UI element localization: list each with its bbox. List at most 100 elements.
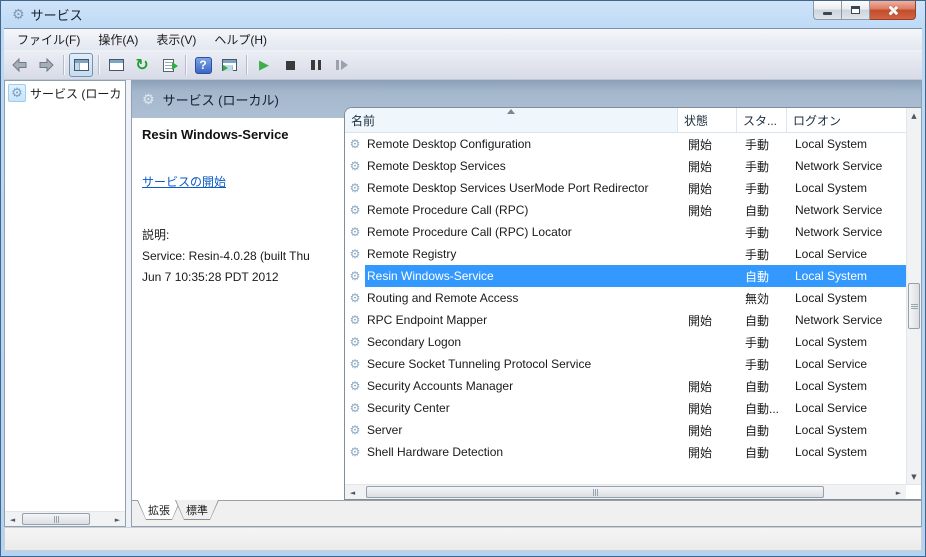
minimize-icon: [823, 11, 832, 15]
scrollbar-thumb[interactable]: [22, 513, 90, 525]
cell-name: Remote Desktop Configuration: [367, 137, 532, 151]
cell-logon: Network Service: [795, 225, 883, 239]
tab-extended[interactable]: 拡張: [137, 500, 181, 520]
scroll-right-icon[interactable]: ►: [891, 485, 906, 499]
table-row[interactable]: ⚙ Shell Hardware Detection 開始 自動 Local Syste…: [345, 441, 906, 463]
cell-logon: Local System: [795, 335, 868, 349]
scroll-left-icon[interactable]: ◄: [345, 485, 360, 499]
table-row[interactable]: ⚙ Remote Registry 手動 Local Service: [345, 243, 906, 265]
list-vertical-scrollbar[interactable]: ▲ ▼: [906, 108, 921, 484]
table-row[interactable]: ⚙ RPC Endpoint Mapper 開始 自動 Network Service: [345, 309, 906, 331]
start-service-icon[interactable]: ▶: [252, 53, 276, 77]
column-header-name[interactable]: 名前: [345, 108, 678, 132]
table-row[interactable]: ⚙ Remote Procedure Call (RPC) 開始 自動 Network …: [345, 199, 906, 221]
cell-logon: Local Service: [795, 401, 868, 415]
back-icon[interactable]: [8, 53, 32, 77]
cell-name: Secondary Logon: [367, 335, 462, 349]
cell-name: Routing and Remote Access: [367, 291, 519, 305]
column-header-logon[interactable]: ログオン: [787, 108, 906, 132]
tab-standard[interactable]: 標準: [175, 500, 219, 520]
close-button[interactable]: [870, 1, 916, 20]
scroll-down-icon[interactable]: ▼: [907, 469, 922, 484]
cell-startup: 自動: [745, 203, 770, 218]
export-list-icon[interactable]: [156, 53, 180, 77]
restore-button[interactable]: [842, 1, 870, 20]
close-icon: [887, 5, 898, 16]
restart-service-icon[interactable]: [330, 53, 354, 77]
window-title: サービス: [30, 8, 83, 23]
scrollbar-corner: [906, 485, 921, 499]
description-label: 説明:: [142, 228, 170, 242]
cell-logon: Local System: [795, 379, 868, 393]
table-row[interactable]: ⚙ Server 開始 自動 Local System: [345, 419, 906, 441]
table-row[interactable]: ⚙ Routing and Remote Access 無効 Local System: [345, 287, 906, 309]
scroll-left-icon[interactable]: ◄: [5, 512, 20, 527]
table-row[interactable]: ⚙ Remote Procedure Call (RPC) Locator 手動 Ne…: [345, 221, 906, 243]
cell-name: Resin Windows-Service: [367, 269, 494, 283]
extended-description-panel: Resin Windows-Service サービスの開始 説明: Servic…: [142, 127, 340, 285]
services-main-pane: ⚙ サービス (ローカル) Resin Windows-Service サービス…: [131, 80, 922, 527]
view-tab-bar: 拡張 標準: [132, 500, 921, 526]
show-action-pane-icon[interactable]: [217, 53, 241, 77]
help-icon[interactable]: ?: [191, 53, 215, 77]
menu-item-0[interactable]: ファイル(F): [8, 28, 89, 51]
selected-service-name: Resin Windows-Service: [142, 127, 289, 142]
column-header-status[interactable]: 状態: [678, 108, 737, 132]
table-row[interactable]: ⚙ Remote Desktop Services UserMode Port R…: [345, 177, 906, 199]
table-row[interactable]: ⚙ Security Center 開始 自動... Local Service: [345, 397, 906, 419]
table-row[interactable]: ⚙ Resin Windows-Service 自動 Local System: [345, 265, 906, 287]
table-row[interactable]: ⚙ Secondary Logon 手動 Local System: [345, 331, 906, 353]
cell-status: 開始: [688, 445, 713, 460]
scroll-up-icon[interactable]: ▲: [907, 108, 922, 123]
scroll-right-icon[interactable]: ►: [110, 512, 125, 527]
console-tree-pane: ⚙ サービス (ローカ ◄ ►: [4, 80, 126, 527]
description-text-line1: Service: Resin-4.0.28 (built Thu: [142, 249, 310, 263]
cell-startup: 手動: [745, 137, 770, 152]
service-gear-icon: ⚙: [345, 226, 365, 238]
cell-status: 開始: [688, 159, 713, 174]
toolbar-separator: [246, 55, 247, 75]
cell-name: Security Center: [367, 401, 450, 415]
stop-service-icon[interactable]: [278, 53, 302, 77]
table-row[interactable]: ⚙ Secure Socket Tunneling Protocol Servic…: [345, 353, 906, 375]
services-window: ⚙ サービス ファイル(F)操作(A)表示(V)ヘルプ(H) ↻ ? ▶: [0, 0, 926, 557]
cell-logon: Local Service: [795, 247, 868, 261]
cell-startup: 手動: [745, 159, 770, 174]
minimize-button[interactable]: [813, 1, 842, 20]
scrollbar-thumb[interactable]: [908, 283, 920, 329]
cell-name: Remote Desktop Services UserMode Port Re…: [367, 181, 649, 195]
pause-service-icon[interactable]: [304, 53, 328, 77]
list-horizontal-scrollbar[interactable]: ◄ ►: [345, 485, 906, 499]
menu-item-3[interactable]: ヘルプ(H): [205, 28, 276, 51]
scrollbar-thumb[interactable]: [366, 486, 824, 498]
service-gear-icon: ⚙: [345, 358, 365, 370]
cell-name: Remote Registry: [367, 247, 457, 261]
toolbar: ↻ ? ▶: [4, 51, 922, 80]
title-bar[interactable]: ⚙ サービス: [4, 1, 922, 29]
tree-item-services-local[interactable]: ⚙ サービス (ローカ: [8, 84, 122, 102]
cell-logon: Network Service: [795, 159, 883, 173]
toolbar-separator: [185, 55, 186, 75]
menu-item-1[interactable]: 操作(A): [89, 28, 147, 51]
show-console-tree-icon[interactable]: [69, 53, 93, 77]
tree-item-label: サービス (ローカ: [30, 86, 122, 101]
tab-label: 標準: [176, 500, 218, 519]
table-row[interactable]: ⚙ Remote Desktop Services 開始 手動 Network Serv…: [345, 155, 906, 177]
table-row[interactable]: ⚙ Remote Desktop Configuration 開始 手動 Local S…: [345, 133, 906, 155]
refresh-icon[interactable]: ↻: [130, 53, 154, 77]
tree-horizontal-scrollbar[interactable]: ◄ ►: [5, 511, 125, 526]
service-gear-icon: ⚙: [345, 138, 365, 150]
start-service-link[interactable]: サービスの開始: [142, 173, 226, 190]
cell-name: Remote Procedure Call (RPC): [367, 203, 529, 217]
properties-icon[interactable]: [104, 53, 128, 77]
list-header: 名前 状態 スタ... ログオン: [345, 108, 906, 133]
service-gear-icon: ⚙: [345, 446, 365, 458]
column-header-startup[interactable]: スタ...: [737, 108, 787, 132]
description-text-line2: Jun 7 10:35:28 PDT 2012: [142, 270, 279, 285]
sort-ascending-icon: [507, 109, 515, 114]
forward-icon[interactable]: [34, 53, 58, 77]
menu-item-2[interactable]: 表示(V): [147, 28, 205, 51]
table-row[interactable]: ⚙ Security Accounts Manager 開始 自動 Local Syst…: [345, 375, 906, 397]
services-node-icon: ⚙: [8, 84, 26, 102]
cell-startup: 自動: [745, 269, 770, 284]
